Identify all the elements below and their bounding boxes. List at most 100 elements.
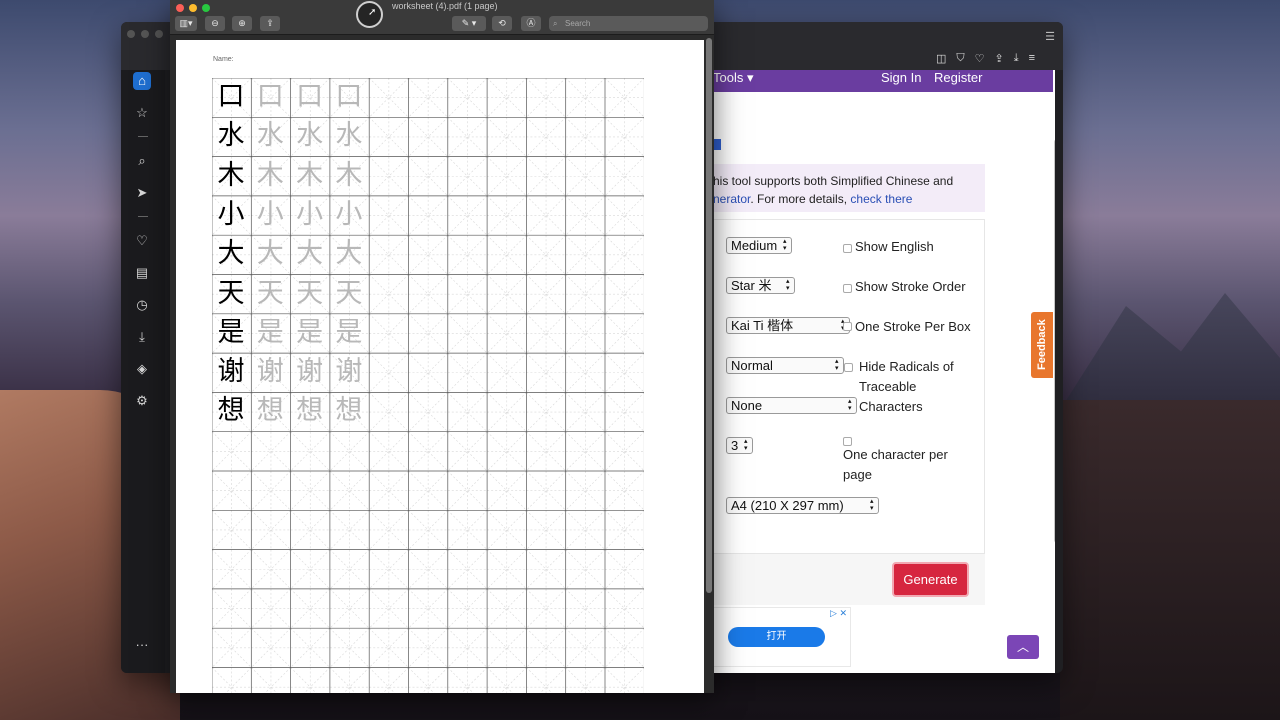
camera-icon[interactable]: ◫: [936, 52, 946, 65]
trace-char: 口: [256, 81, 284, 112]
one-char-label-2: page: [843, 467, 872, 482]
sidebar-divider: [138, 136, 148, 137]
generate-button[interactable]: Generate: [892, 562, 969, 597]
webpage: Tools ▾ Sign In Register his tool suppor…: [713, 70, 1055, 673]
window-controls[interactable]: [127, 30, 163, 38]
download-icon[interactable]: ⤓: [1014, 52, 1019, 65]
search-placeholder: Search: [565, 19, 591, 28]
search-icon: ⌕: [553, 19, 558, 28]
settings-icon[interactable]: ⚙: [133, 392, 151, 410]
ad-close-icon[interactable]: ▷ ✕: [830, 608, 847, 619]
mouse-pointer-icon: ➚: [368, 7, 377, 18]
zoom-in-icon[interactable]: ⊕: [232, 16, 252, 31]
trace-char: 小: [256, 198, 284, 230]
font-select[interactable]: Kai Ti 楷体: [726, 317, 850, 334]
name-field-label: Name:: [213, 56, 234, 63]
generator-link[interactable]: nerator: [713, 192, 750, 206]
size-select[interactable]: Medium: [726, 237, 792, 254]
trace-char: 水: [256, 120, 284, 152]
nav-register[interactable]: Register: [934, 70, 982, 85]
hide-radicals-checkbox[interactable]: [844, 363, 853, 372]
menu-icon[interactable]: ≡: [1029, 52, 1035, 65]
trace-char: 想: [335, 395, 363, 427]
grid-select[interactable]: Star 米: [726, 277, 795, 294]
check-there-link[interactable]: check there: [850, 192, 912, 206]
share-icon[interactable]: ⇪: [260, 16, 280, 31]
browser-sidebar: ⌂ ☆ ⌕ ➤ ♡ ▤ ◷ ⤓ ◈ ⚙ ···: [121, 70, 165, 673]
nav-sign-in[interactable]: Sign In: [881, 70, 921, 85]
zoom-out-icon[interactable]: ⊖: [205, 16, 225, 31]
annotate-icon[interactable]: Ⓐ: [521, 16, 541, 31]
trace-char: 想: [256, 395, 284, 427]
show-stroke-order-checkbox[interactable]: [843, 284, 852, 293]
pdf-page: Name: 口口口口水水水水木木木木小小小小大大大大天天天天是是是是谢谢谢谢想想…: [176, 40, 704, 693]
show-english-checkbox[interactable]: [843, 244, 852, 253]
one-char-per-page-checkbox[interactable]: [843, 437, 852, 446]
desktop-mountain: [1060, 293, 1280, 410]
trace-char: 天: [335, 277, 363, 309]
nav-tools[interactable]: Tools ▾: [713, 70, 754, 86]
trace-style-select[interactable]: Normal: [726, 357, 844, 374]
one-stroke-per-box-checkbox[interactable]: [843, 322, 852, 331]
browser-toolbar-icons: ◫ ⛉ ♡ ⇪ ⤓ ≡: [936, 52, 1035, 65]
trace-char: 大: [335, 238, 363, 270]
sidebar-toggle-icon[interactable]: ▥▾: [175, 16, 197, 31]
practice-char: 大: [217, 238, 245, 270]
one-char-label-1: One character per: [843, 447, 948, 462]
close-window-button[interactable]: [176, 4, 184, 12]
download-icon[interactable]: ⤓: [133, 328, 151, 346]
home-icon[interactable]: ⌂: [133, 72, 151, 90]
markup-pen-icon[interactable]: ✎ ▾: [452, 16, 486, 31]
trace-char: 小: [335, 198, 363, 230]
search-icon[interactable]: ⌕: [133, 152, 151, 170]
paper-size-select[interactable]: A4 (210 X 297 mm): [726, 497, 879, 514]
extra-select[interactable]: None: [726, 397, 857, 414]
heart-icon[interactable]: ♡: [975, 52, 985, 65]
minimize-window-button[interactable]: [189, 4, 197, 12]
history-icon[interactable]: ◷: [133, 296, 151, 314]
trace-char: 木: [296, 159, 324, 191]
star-icon[interactable]: ☆: [133, 104, 151, 122]
send-icon[interactable]: ➤: [133, 184, 151, 202]
document-title: worksheet (4).pdf (1 page): [392, 1, 498, 11]
practice-char: 谢: [217, 356, 245, 388]
hide-radicals-label-2: Traceable: [859, 379, 917, 394]
preview-toolbar: worksheet (4).pdf (1 page) ▥▾ ⊖ ⊕ ⇪ ✎ ▾ …: [170, 0, 714, 35]
preview-scrollbar[interactable]: [706, 38, 712, 593]
ad-open-button[interactable]: 打开: [728, 627, 825, 647]
search-input[interactable]: ⌕ Search: [549, 16, 708, 31]
note-line-1: his tool supports both Simplified Chines…: [713, 174, 954, 188]
one-stroke-per-box-label: One Stroke Per Box: [855, 319, 971, 334]
filter-icon[interactable]: ☰: [1045, 30, 1055, 43]
show-stroke-order-label: Show Stroke Order: [855, 279, 966, 294]
news-icon[interactable]: ▤: [133, 264, 151, 282]
rotate-icon[interactable]: ⟲: [492, 16, 512, 31]
practice-char: 想: [217, 395, 245, 427]
page-scrollbar[interactable]: [1054, 139, 1055, 543]
trace-char: 口: [296, 81, 324, 112]
heart-icon[interactable]: ♡: [133, 232, 151, 250]
desktop-foreground: [1060, 400, 1280, 720]
trace-char: 是: [256, 316, 284, 348]
trace-char: 是: [296, 316, 324, 348]
share-icon[interactable]: ⇪: [995, 52, 1004, 65]
trace-char: 是: [335, 316, 363, 348]
trace-char: 水: [335, 120, 363, 152]
trace-char: 想: [296, 395, 324, 427]
badge: [713, 139, 721, 150]
practice-char: 水: [217, 120, 245, 152]
practice-char: 小: [217, 198, 245, 230]
feedback-tab[interactable]: Feedback: [1031, 312, 1053, 378]
cube-icon[interactable]: ◈: [133, 360, 151, 378]
trace-char: 谢: [335, 356, 363, 388]
ad-banner: ▷ ✕ 打开: [713, 607, 851, 667]
zoom-window-button[interactable]: [202, 4, 210, 12]
trace-char: 水: [296, 120, 324, 152]
shield-icon[interactable]: ⛉: [956, 52, 964, 65]
trace-char: 大: [296, 238, 324, 270]
trace-char: 木: [335, 159, 363, 191]
more-icon[interactable]: ···: [133, 636, 151, 654]
practice-char: 是: [217, 316, 245, 348]
scroll-top-button[interactable]: ︿: [1007, 635, 1039, 659]
trace-count-select[interactable]: 3: [726, 437, 753, 454]
